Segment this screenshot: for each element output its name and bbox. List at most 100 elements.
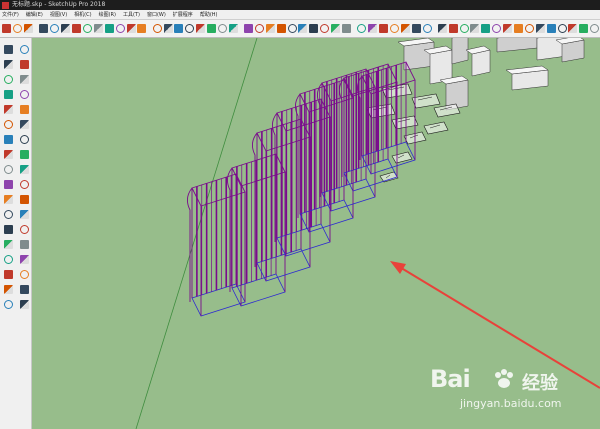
back-view-icon[interactable] — [320, 22, 330, 35]
share-icon[interactable] — [254, 22, 264, 35]
tape-measure-icon[interactable] — [0, 192, 16, 207]
axes-icon[interactable] — [185, 22, 195, 35]
protractor-icon[interactable] — [174, 22, 184, 35]
previous-view-icon[interactable] — [16, 267, 32, 282]
make-component-icon[interactable] — [16, 42, 32, 57]
follow-me-icon[interactable] — [16, 162, 32, 177]
pencil-icon[interactable] — [39, 22, 49, 35]
soften-icon[interactable] — [568, 22, 578, 35]
menu-item-7[interactable]: 扩展程序 — [173, 11, 193, 18]
rotated-rectangle-icon[interactable] — [16, 87, 32, 102]
offset-icon[interactable] — [16, 177, 32, 192]
position-camera-icon[interactable] — [0, 282, 16, 297]
outliner-icon[interactable] — [524, 22, 534, 35]
front-view-icon[interactable] — [298, 22, 308, 35]
section-plane-icon[interactable] — [422, 22, 432, 35]
pie-icon[interactable] — [16, 132, 32, 147]
shadow-icon[interactable] — [481, 22, 491, 35]
section-plane-icon[interactable] — [16, 297, 32, 312]
text-icon[interactable] — [152, 22, 162, 35]
rectangle-icon[interactable] — [0, 87, 16, 102]
main-toolbar — [0, 20, 600, 38]
push-pull-icon[interactable] — [82, 22, 93, 35]
section-cut-icon[interactable] — [448, 22, 458, 35]
walk-icon[interactable] — [0, 297, 16, 312]
scene-icon[interactable] — [514, 22, 524, 35]
textured-icon[interactable] — [400, 22, 410, 35]
text-icon[interactable] — [16, 207, 32, 222]
menu-item-2[interactable]: 视图(V) — [50, 11, 67, 18]
menu-item-3[interactable]: 相机(C) — [74, 11, 91, 18]
entity-info-icon[interactable] — [557, 22, 567, 35]
rotate-icon[interactable] — [0, 162, 16, 177]
dimension-icon[interactable] — [16, 192, 32, 207]
rotate-icon[interactable] — [104, 22, 114, 35]
two-point-arc-icon[interactable] — [16, 117, 32, 132]
hidden-line-icon[interactable] — [379, 22, 389, 35]
select-icon[interactable] — [2, 22, 12, 35]
top-view-icon[interactable] — [287, 22, 297, 35]
eraser-icon[interactable] — [13, 22, 23, 35]
3d-text-icon[interactable] — [16, 222, 32, 237]
warehouse-icon[interactable] — [244, 22, 254, 35]
arc-icon[interactable] — [0, 117, 16, 132]
style-icon[interactable] — [459, 22, 469, 35]
instructor-icon[interactable] — [579, 22, 589, 35]
zoom-icon[interactable] — [217, 22, 228, 35]
match-photo-icon[interactable] — [503, 22, 513, 35]
dimension-icon[interactable] — [163, 22, 173, 35]
line-icon[interactable] — [0, 72, 16, 87]
material-icon[interactable] — [546, 22, 556, 35]
zoom-window-icon[interactable] — [16, 252, 32, 267]
protractor-icon[interactable] — [0, 207, 16, 222]
tape-icon[interactable] — [137, 22, 147, 35]
zoom-extents-icon[interactable] — [0, 267, 16, 282]
zoom-icon[interactable] — [0, 252, 16, 267]
menu-item-5[interactable]: 工具(T) — [123, 11, 140, 18]
line-icon[interactable] — [50, 22, 60, 35]
home-icon[interactable] — [342, 22, 352, 35]
pan-icon[interactable] — [207, 22, 217, 35]
axes-icon[interactable] — [0, 222, 16, 237]
solid-tools-icon[interactable] — [590, 22, 600, 35]
three-point-arc-icon[interactable] — [0, 132, 16, 147]
menu-item-4[interactable]: 绘图(R) — [99, 11, 116, 18]
move-icon[interactable] — [93, 22, 103, 35]
fog-icon[interactable] — [492, 22, 502, 35]
iso-view-icon[interactable] — [276, 22, 286, 35]
select-icon[interactable] — [0, 42, 16, 57]
shaded-icon[interactable] — [389, 22, 399, 35]
component-icon[interactable] — [535, 22, 545, 35]
look-around-icon[interactable] — [16, 282, 32, 297]
pan-icon[interactable] — [16, 237, 32, 252]
paint-icon[interactable] — [24, 22, 34, 35]
menu-item-8[interactable]: 帮助(H) — [200, 11, 218, 18]
xray-icon[interactable] — [357, 22, 367, 35]
scale-icon[interactable] — [115, 22, 125, 35]
push-pull-icon[interactable] — [16, 147, 32, 162]
wireframe-icon[interactable] — [368, 22, 378, 35]
menu-item-1[interactable]: 编辑(E) — [26, 11, 43, 18]
orbit-icon[interactable] — [0, 237, 16, 252]
zoom-icon-glyph — [217, 24, 227, 33]
offset-icon[interactable] — [126, 22, 136, 35]
circle-icon[interactable] — [0, 102, 16, 117]
move-icon[interactable] — [0, 147, 16, 162]
menu-item-0[interactable]: 文件(F) — [2, 11, 19, 18]
rectangle-icon[interactable] — [72, 22, 82, 35]
arc-icon[interactable] — [61, 22, 71, 35]
section-display-icon[interactable] — [437, 22, 447, 35]
monochrome-icon[interactable] — [411, 22, 421, 35]
left-view-icon[interactable] — [331, 22, 341, 35]
eraser-icon[interactable] — [16, 57, 32, 72]
menu-item-6[interactable]: 窗口(W) — [147, 11, 166, 18]
paint-bucket-icon[interactable] — [0, 57, 16, 72]
zoom-extents-icon[interactable] — [228, 22, 238, 35]
freehand-icon[interactable] — [16, 72, 32, 87]
scale-icon[interactable] — [0, 177, 16, 192]
orbit-icon[interactable] — [196, 22, 206, 35]
polygon-icon[interactable] — [16, 102, 32, 117]
layer-icon[interactable] — [470, 22, 480, 35]
right-view-icon[interactable] — [309, 22, 319, 35]
extension-icon[interactable] — [265, 22, 275, 35]
